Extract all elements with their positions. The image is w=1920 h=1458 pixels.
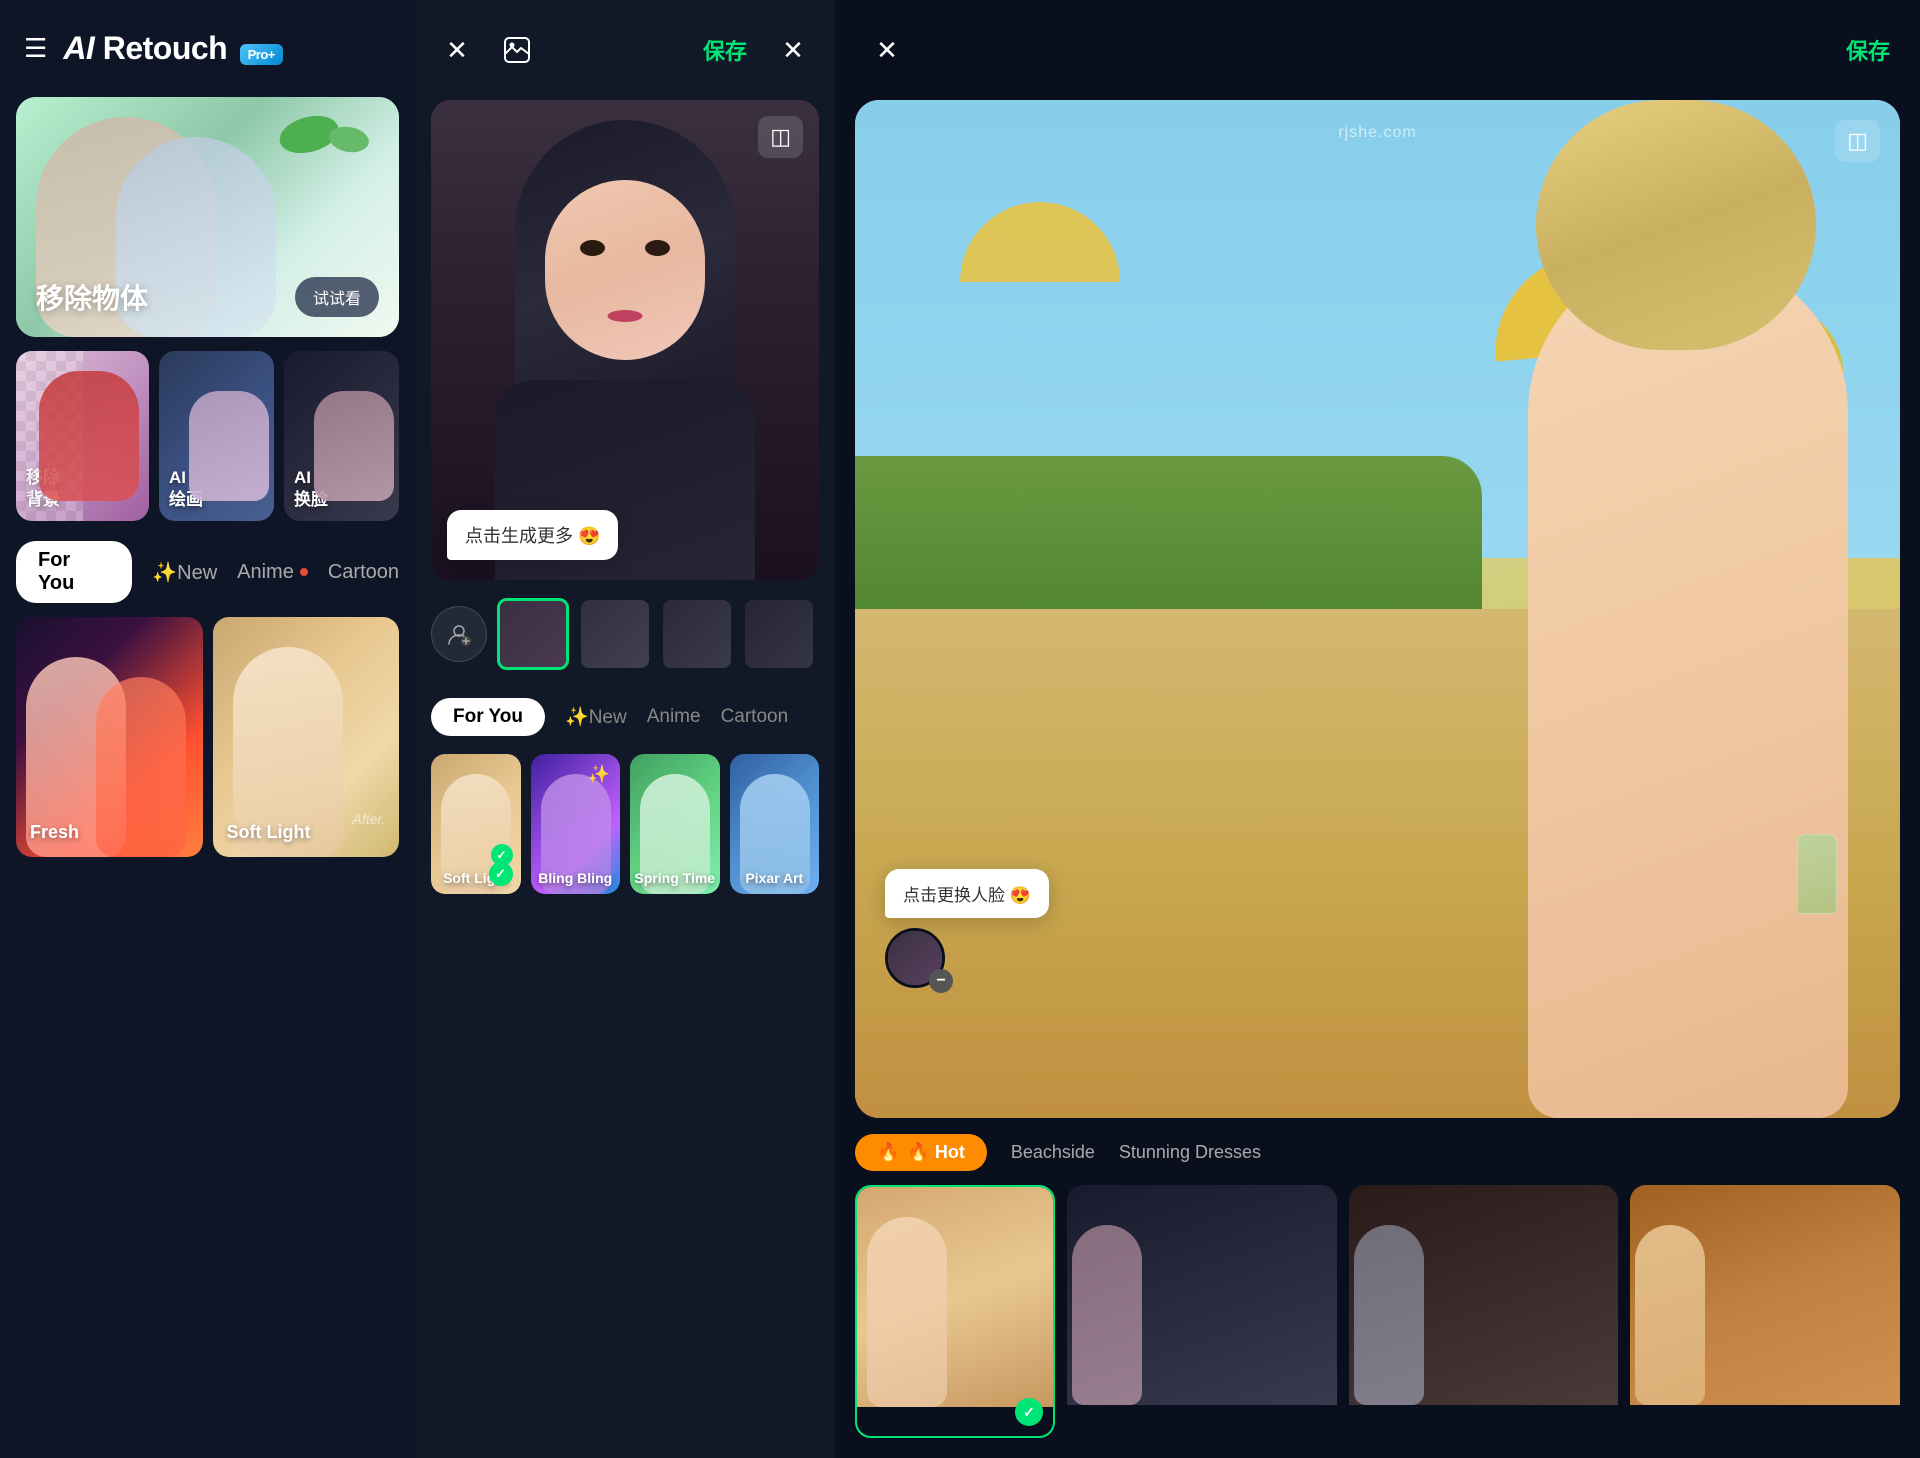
right-header: ✕ 保存: [835, 0, 1920, 100]
banner-title: 移除物体: [36, 277, 148, 317]
content-item-soft-light[interactable]: After. Soft Light: [213, 617, 400, 857]
feature-grid: 移除背景 AI绘画 AI换脸: [16, 351, 399, 521]
right-content-main[interactable]: ✓: [855, 1185, 1055, 1438]
middle-tabs: For You ✨New Anime Cartoon: [415, 684, 835, 750]
style-name-spring: Spring Time: [630, 870, 720, 886]
middle-header: ✕ 保存 ✕: [415, 0, 835, 100]
style-name-pixar: Pixar Art: [730, 870, 820, 886]
right-content-3[interactable]: [1349, 1185, 1619, 1438]
avatar-minus-btn[interactable]: −: [929, 969, 953, 993]
right-content-2[interactable]: [1067, 1185, 1337, 1438]
style-name-bling: Bling Bling: [531, 870, 621, 886]
style-pixar-art[interactable]: Pixar Art: [730, 754, 820, 894]
right-tabs: 🔥 🔥 Hot Beachside Stunning Dresses: [855, 1118, 1900, 1185]
left-header: ☰ AI Retouch Pro+: [0, 0, 415, 97]
style-bling-bling[interactable]: ✨ Bling Bling: [531, 754, 621, 894]
style-spring-time[interactable]: Spring Time: [630, 754, 720, 894]
image-icon[interactable]: [495, 28, 539, 72]
middle-save-button[interactable]: 保存: [703, 34, 747, 66]
pro-badge: Pro+: [240, 44, 283, 65]
style-name-soft-light: Soft Light: [431, 870, 521, 886]
style-grid: Soft Light ✓ ✨ Bling Bling Spring Time P…: [415, 754, 835, 894]
tab-anime[interactable]: Anime: [237, 561, 308, 584]
mid-tab-for-you[interactable]: For You: [431, 698, 545, 736]
add-face-button[interactable]: [431, 606, 487, 662]
feature-ai-paint[interactable]: AI绘画: [159, 351, 274, 521]
middle-panel: ✕ 保存 ✕ ◫ 点击生成更多 😍: [415, 0, 835, 1458]
banner-card: 移除物体 试试看: [16, 97, 399, 337]
selected-check-badge: ✓: [1015, 1398, 1043, 1426]
middle-close-button[interactable]: ✕: [771, 28, 815, 72]
menu-icon[interactable]: ☰: [24, 33, 47, 64]
right-content-row: ✓: [855, 1185, 1900, 1438]
face-thumb-3[interactable]: [661, 598, 733, 670]
right-tab-hot[interactable]: 🔥 🔥 Hot: [855, 1134, 987, 1171]
chat-bubble[interactable]: 点击生成更多 😍: [447, 510, 618, 560]
feature-remove-bg[interactable]: 移除背景: [16, 351, 149, 521]
try-button[interactable]: 试试看: [295, 277, 379, 317]
left-panel: ☰ AI Retouch Pro+ 移除物体 试试看 移除背景: [0, 0, 415, 1458]
face-thumb-4[interactable]: [743, 598, 815, 670]
tab-new[interactable]: ✨New: [152, 560, 217, 585]
mid-tab-anime[interactable]: Anime: [647, 706, 701, 728]
face-selector: [415, 584, 835, 684]
right-tab-beachside[interactable]: Beachside: [1011, 1142, 1095, 1163]
mid-tab-new[interactable]: ✨New: [565, 705, 627, 729]
content-label-fresh: Fresh: [30, 822, 79, 843]
selected-check: ✓: [491, 844, 513, 866]
style-soft-light[interactable]: Soft Light ✓: [431, 754, 521, 894]
right-bottom: 🔥 🔥 Hot Beachside Stunning Dresses ✓: [835, 1118, 1920, 1458]
tab-cartoon[interactable]: Cartoon: [328, 561, 399, 584]
app-logo: AI Retouch Pro+: [63, 30, 283, 67]
compare-toggle[interactable]: ◫: [758, 116, 803, 158]
content-label-soft-light: Soft Light: [227, 822, 311, 843]
content-grid: Fresh After. Soft Light: [16, 617, 399, 1458]
face-thumb-2[interactable]: [579, 598, 651, 670]
face-thumb-1[interactable]: [497, 598, 569, 670]
right-content-4[interactable]: [1630, 1185, 1900, 1438]
tab-for-you[interactable]: For You: [16, 541, 132, 603]
mid-tab-cartoon[interactable]: Cartoon: [721, 706, 789, 728]
right-tab-dresses[interactable]: Stunning Dresses: [1119, 1142, 1261, 1163]
content-item-fresh[interactable]: Fresh: [16, 617, 203, 857]
right-panel: ✕ 保存 rjshe.com ◫ 点击更换人脸 😍: [835, 0, 1920, 1458]
right-main-area: rjshe.com ◫ 点击更换人脸 😍 −: [855, 100, 1900, 1118]
beach-compare-toggle[interactable]: ◫: [1835, 120, 1880, 162]
beach-chat-bubble[interactable]: 点击更换人脸 😍: [885, 869, 1049, 918]
close-button[interactable]: ✕: [435, 28, 479, 72]
beach-image: rjshe.com ◫ 点击更换人脸 😍 −: [855, 100, 1900, 1118]
right-save-button[interactable]: 保存: [1846, 34, 1890, 66]
watermark: rjshe.com: [1338, 124, 1416, 142]
main-image-area: ◫ 点击生成更多 😍: [431, 100, 819, 580]
logo-text: AI Retouch Pro+: [63, 30, 283, 66]
left-tabs: For You ✨New Anime Cartoon: [0, 521, 415, 617]
main-portrait-image: [431, 100, 819, 580]
right-close-button[interactable]: ✕: [865, 28, 909, 72]
feature-ai-face[interactable]: AI换脸: [284, 351, 399, 521]
